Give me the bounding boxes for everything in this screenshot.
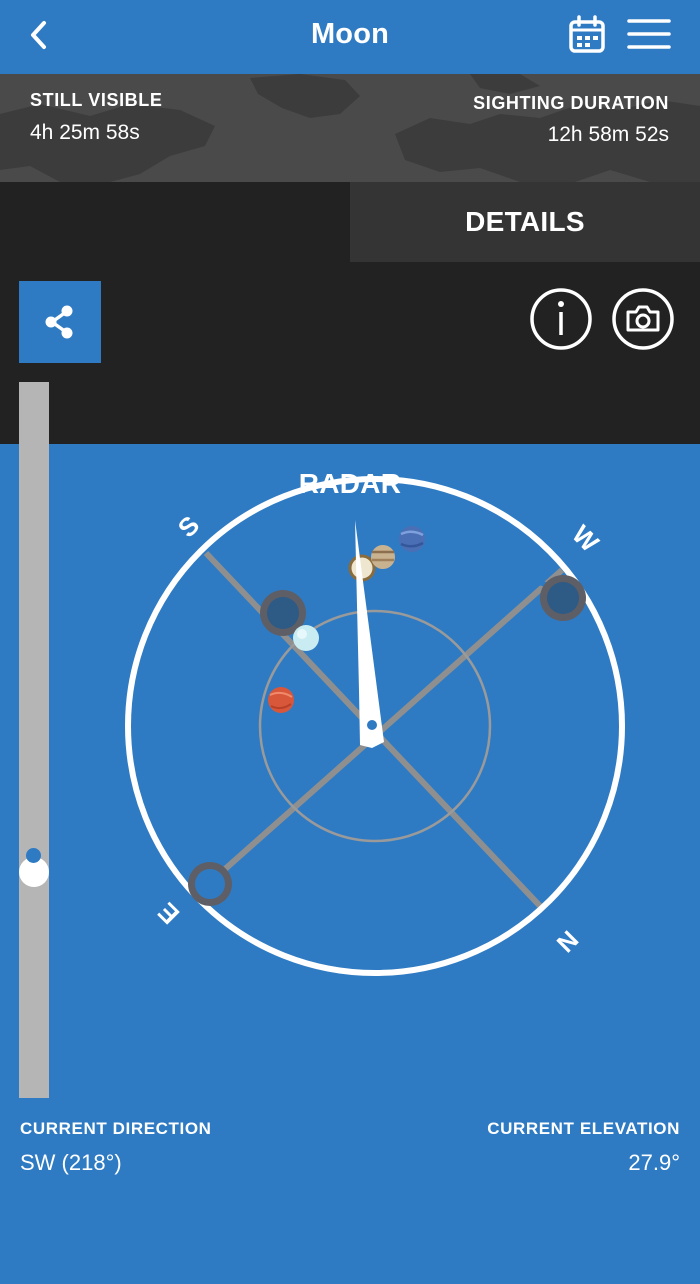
rise-marker[interactable] <box>188 862 232 906</box>
sighting-duration-value: 12h 58m 52s <box>547 123 669 146</box>
set-marker[interactable] <box>540 575 586 621</box>
sky-radar: S W E N <box>125 476 625 976</box>
camera-icon[interactable] <box>611 287 675 351</box>
compass-label-west: W <box>566 519 605 558</box>
calendar-icon[interactable] <box>566 14 608 56</box>
current-elevation-label: CURRENT ELEVATION <box>487 1119 680 1138</box>
north-marker[interactable]: N <box>546 919 592 965</box>
current-direction-value: SW (218°) <box>20 1150 122 1175</box>
planet-neptune-icon[interactable] <box>399 526 425 552</box>
view-tabs: RADAR DETAILS <box>0 182 700 1284</box>
elevation-slider-track[interactable] <box>19 382 49 1098</box>
moon-elevation-indicator <box>26 848 41 863</box>
planet-uranus-icon[interactable] <box>293 625 319 651</box>
sighting-duration-label: SIGHTING DURATION <box>473 93 669 113</box>
current-direction-label: CURRENT DIRECTION <box>20 1119 212 1138</box>
planet-mars-icon[interactable] <box>268 687 294 713</box>
app-header: Moon <box>0 0 700 74</box>
current-elevation-value: 27.9° <box>628 1150 680 1175</box>
hamburger-menu-icon[interactable] <box>626 14 672 56</box>
info-icon[interactable] <box>529 287 593 351</box>
still-visible-label: STILL VISIBLE <box>30 90 163 110</box>
planet-jupiter-icon[interactable] <box>371 545 395 569</box>
visibility-info-panel: STILL VISIBLE 4h 25m 58s SIGHTING DURATI… <box>0 74 700 182</box>
share-button[interactable] <box>19 281 101 363</box>
compass-label-south: S <box>172 510 205 543</box>
share-icon <box>45 305 73 339</box>
compass-label-east: E <box>152 897 185 930</box>
still-visible-value: 4h 25m 58s <box>30 121 140 144</box>
tab-details[interactable]: DETAILS <box>350 182 700 262</box>
